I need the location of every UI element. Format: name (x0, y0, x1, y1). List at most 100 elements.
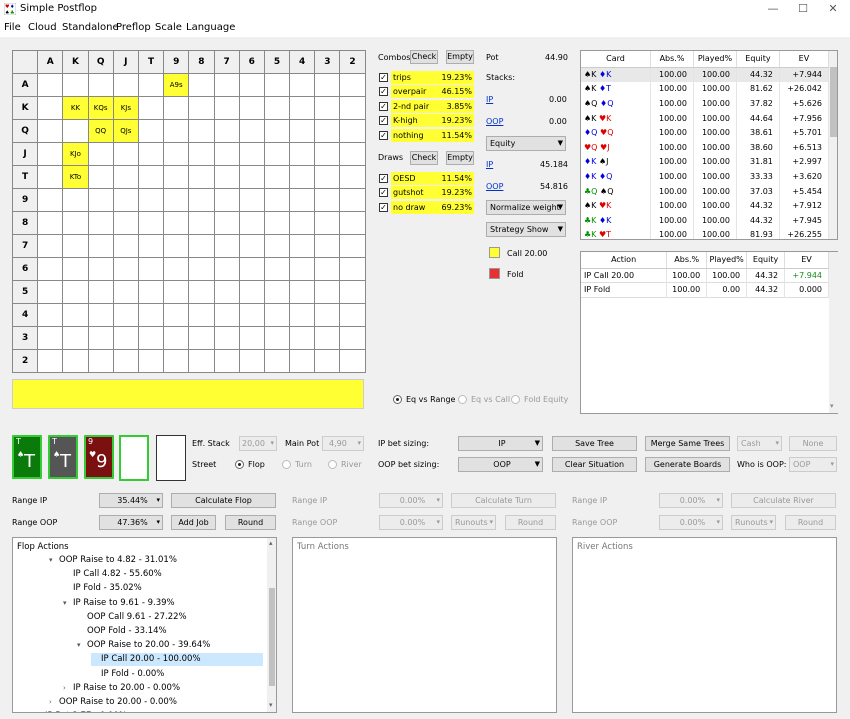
grid-cell[interactable] (289, 349, 316, 373)
cash-select[interactable]: Cash ▾ (737, 436, 782, 451)
expand-right-icon[interactable]: › (49, 696, 59, 709)
expand-down-icon[interactable]: ▾ (63, 597, 73, 610)
tree-node[interactable]: ›IP Bet 3.77 - 0.00% (35, 710, 127, 712)
grid-cell[interactable] (263, 326, 291, 350)
ip-equity-link[interactable]: IP (486, 160, 493, 169)
table-row[interactable]: ♣K ♥T 100.00 100.00 81.93 +26.255 (581, 227, 830, 239)
grid-cell[interactable] (163, 165, 190, 189)
board-card[interactable]: T ♠ T (12, 435, 42, 479)
grid-cell[interactable] (339, 303, 366, 327)
table-row[interactable]: ♠K ♥K 100.00 100.00 44.64 +7.956 (581, 110, 830, 126)
menu-preflop[interactable]: Preflop (116, 22, 151, 33)
grid-cell[interactable] (339, 188, 366, 212)
close-button[interactable]: ✕ (818, 0, 848, 19)
grid-cell[interactable] (314, 73, 341, 97)
calculate-river-button[interactable]: Calculate River (731, 493, 836, 508)
grid-cell[interactable] (188, 280, 215, 304)
grid-cell[interactable] (339, 211, 366, 235)
who-is-oop-select[interactable]: OOP ▾ (789, 457, 837, 472)
oop-stack-link[interactable]: OOP (486, 117, 503, 126)
scrollbar-thumb[interactable] (830, 67, 837, 137)
grid-cell[interactable] (137, 119, 165, 143)
grid-cell[interactable] (137, 349, 165, 373)
grid-cell[interactable] (163, 142, 190, 166)
grid-cell[interactable] (339, 349, 366, 373)
cards-table-header[interactable]: Played% (693, 51, 737, 68)
tree-node[interactable]: IP Call 4.82 - 55.60% (63, 568, 162, 581)
grid-cell[interactable] (112, 142, 139, 166)
grid-cell[interactable] (213, 349, 240, 373)
eq-vs-range-radio[interactable] (393, 395, 402, 404)
grid-cell[interactable] (289, 165, 316, 189)
expand-down-icon[interactable]: ▾ (49, 554, 59, 567)
tree-node[interactable]: ▾ OOP Raise to 4.82 - 31.01% (49, 554, 177, 567)
expand-right-icon[interactable]: › (63, 682, 73, 695)
range-grid[interactable]: A K Q J T 9 8 7 6 5 4 3 2 A A9s K KK KQs KJs Q QQ QJs J KJo T KTo… (11, 50, 366, 373)
combo-filter-row[interactable]: 2-nd pair 3.85% (391, 99, 474, 113)
table-row[interactable]: ♦K ♦Q 100.00 100.00 33.33 +3.620 (581, 169, 830, 184)
grid-cell[interactable] (188, 119, 215, 143)
grid-cell[interactable] (213, 119, 240, 143)
grid-cell[interactable] (112, 165, 139, 189)
expand-down-icon[interactable]: ▾ (77, 639, 87, 652)
grid-cell[interactable] (87, 257, 114, 281)
grid-cell[interactable] (188, 326, 215, 350)
oop-equity-link[interactable]: OOP (486, 182, 503, 191)
menu-language[interactable]: Language (186, 22, 235, 33)
grid-cell[interactable] (213, 211, 240, 235)
grid-cell[interactable] (137, 73, 165, 97)
tree-node[interactable]: IP Fold - 35.02% (63, 582, 142, 595)
empty-card-slot[interactable] (119, 435, 149, 481)
grid-cell[interactable] (213, 142, 240, 166)
grid-cell[interactable] (87, 211, 114, 235)
grid-cell[interactable] (62, 303, 89, 327)
grid-cell[interactable] (314, 188, 341, 212)
scrollbar-thumb[interactable] (269, 588, 275, 686)
grid-cell[interactable] (137, 257, 165, 281)
combo-checkbox[interactable]: ✓ (379, 87, 388, 97)
fold-equity-radio[interactable] (511, 395, 520, 404)
grid-cell[interactable] (339, 119, 366, 143)
grid-cell[interactable] (263, 119, 291, 143)
grid-cell[interactable] (238, 96, 265, 120)
grid-cell[interactable] (87, 234, 114, 258)
grid-cell[interactable] (238, 257, 265, 281)
grid-cell[interactable] (238, 211, 265, 235)
board-card[interactable]: T ♠ T (48, 435, 78, 479)
grid-cell[interactable] (137, 165, 165, 189)
grid-cell[interactable] (314, 165, 341, 189)
grid-cell[interactable] (238, 165, 265, 189)
grid-cell[interactable] (238, 119, 265, 143)
tree-node[interactable]: › IP Raise to 20.00 - 0.00% (63, 682, 180, 695)
combos-check-button[interactable]: Check (410, 50, 438, 64)
grid-cell[interactable] (263, 257, 291, 281)
action-table-header[interactable]: Played% (706, 252, 748, 269)
clear-situation-button[interactable]: Clear Situation (552, 457, 637, 472)
cards-table-header[interactable]: Abs.% (650, 51, 694, 68)
table-row[interactable]: ♦Q ♥Q 100.00 100.00 38.61 +5.701 (581, 125, 830, 140)
main-pot-input[interactable]: 4,90 ▾ (322, 436, 364, 451)
grid-cell[interactable] (62, 211, 89, 235)
grid-cell[interactable] (314, 326, 341, 350)
river-round-button[interactable]: Round (785, 515, 836, 530)
grid-cell[interactable] (188, 96, 215, 120)
grid-cell[interactable] (163, 96, 190, 120)
add-job-button[interactable]: Add Job (171, 515, 216, 530)
grid-cell[interactable] (188, 73, 215, 97)
oop-bet-sizing-select[interactable]: OOP ▼ (458, 457, 543, 472)
grid-cell[interactable] (188, 234, 215, 258)
grid-cell[interactable] (314, 96, 341, 120)
grid-cell[interactable] (62, 188, 89, 212)
combo-filter-row[interactable]: overpair 46.15% (391, 85, 474, 99)
cards-table-header[interactable]: Equity (736, 51, 780, 68)
grid-cell[interactable] (238, 142, 265, 166)
board-card[interactable]: 9 ♥ 9 (84, 435, 114, 479)
grid-cell[interactable] (213, 188, 240, 212)
table-row[interactable]: ♥Q ♥J 100.00 100.00 38.60 +6.513 (581, 139, 830, 155)
grid-cell[interactable] (87, 326, 114, 350)
grid-cell[interactable] (112, 73, 139, 97)
action-table-header[interactable]: Action (581, 252, 668, 269)
grid-cell[interactable] (213, 280, 240, 304)
turn-range-ip-input[interactable]: 0.00% ▾ (379, 493, 443, 508)
grid-cell[interactable] (289, 96, 316, 120)
